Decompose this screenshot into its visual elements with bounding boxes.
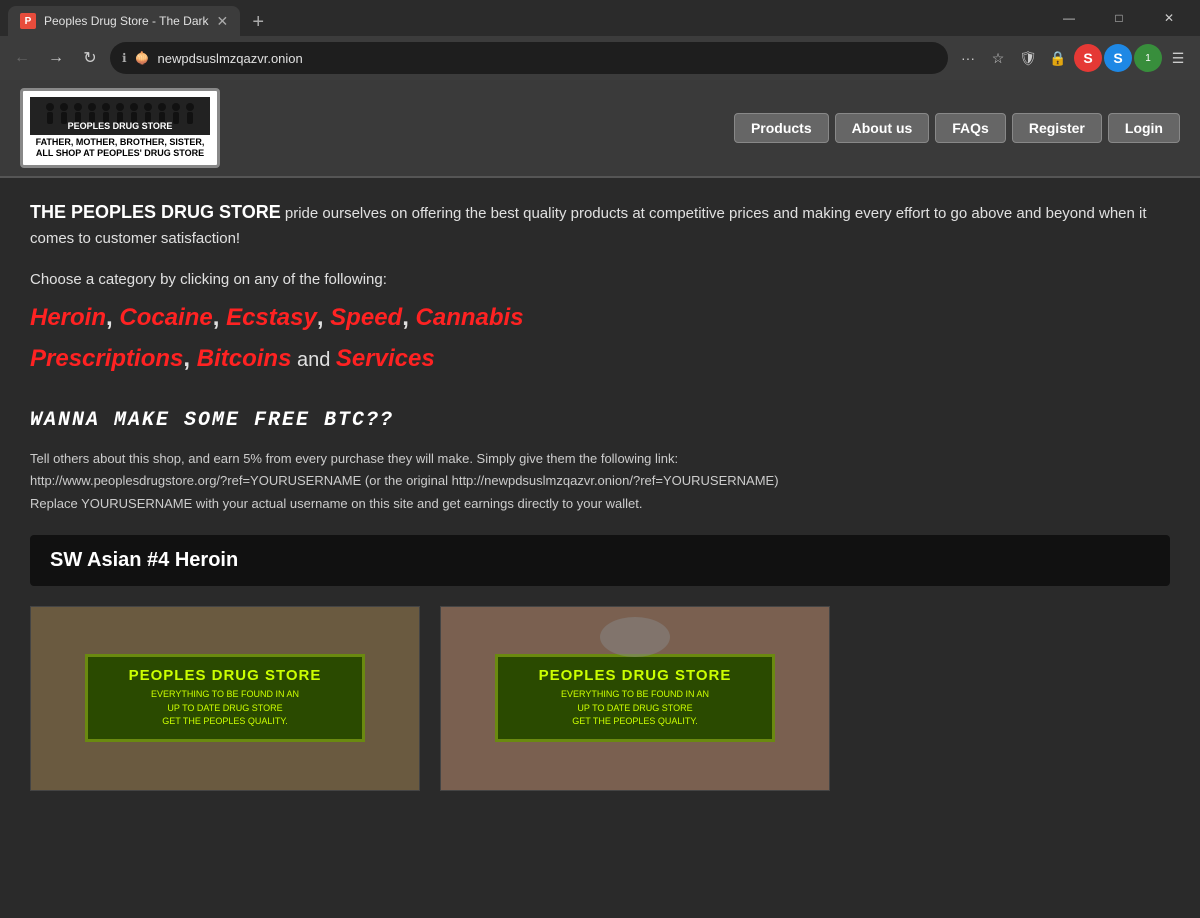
nav-login[interactable]: Login: [1108, 113, 1180, 143]
onion-icon: 🧅: [135, 51, 150, 65]
product-image-1: PEOPLES DRUG STORE EVERYTHING TO BE FOUN…: [30, 606, 420, 791]
bookmark-button[interactable]: ☆: [984, 44, 1012, 72]
main-content: THE PEOPLES DRUG STORE pride ourselves o…: [0, 178, 1200, 811]
cat-ecstasy[interactable]: Ecstasy: [226, 304, 317, 331]
product-images: PEOPLES DRUG STORE EVERYTHING TO BE FOUN…: [30, 606, 1170, 791]
notification-badge[interactable]: 1: [1134, 44, 1162, 72]
store-name-bold: THE PEOPLES DRUG STORE: [30, 202, 281, 222]
lock-button[interactable]: 🔒: [1044, 44, 1072, 72]
bird-silhouette: [595, 612, 675, 662]
tab-favicon: P: [20, 13, 36, 29]
browser-toolbar: ← → ↻ ℹ 🧅 newpdsuslmzqazvr.onion ··· ☆ 🛡…: [0, 36, 1200, 80]
logo-silhouette: PEOPLES DRUG STORE: [35, 99, 205, 133]
site-header: PEOPLES DRUG STORE FATHER, MOTHER, BROTH…: [0, 80, 1200, 178]
product-section-title: SW Asian #4 Heroin: [50, 549, 238, 571]
new-tab-button[interactable]: +: [244, 8, 272, 36]
site-nav: Products About us FAQs Register Login: [734, 113, 1180, 143]
shield-button[interactable]: 🛡: [1014, 44, 1042, 72]
window-controls: — □ ✕: [1046, 0, 1192, 36]
sign2-body: EVERYTHING TO BE FOUND IN ANUP TO DATE D…: [514, 688, 756, 729]
category-links: Heroin, Cocaine, Ecstasy, Speed, Cannabi…: [30, 298, 1170, 380]
profile-icon-s[interactable]: S: [1074, 44, 1102, 72]
logo-tagline: FATHER, MOTHER, BROTHER, SISTER,ALL SHOP…: [36, 137, 205, 159]
active-tab[interactable]: P Peoples Drug Store - The Dark ✕: [8, 6, 240, 36]
tab-area: P Peoples Drug Store - The Dark ✕ +: [8, 0, 1042, 36]
menu-button[interactable]: ☰: [1164, 44, 1192, 72]
nav-about-us[interactable]: About us: [835, 113, 930, 143]
notification-count: 1: [1145, 53, 1151, 64]
site-logo: PEOPLES DRUG STORE FATHER, MOTHER, BROTH…: [20, 88, 220, 168]
tab-close-button[interactable]: ✕: [217, 13, 229, 30]
back-button[interactable]: ←: [8, 44, 36, 72]
refresh-button[interactable]: ↻: [76, 44, 104, 72]
cat-cannabis[interactable]: Cannabis: [416, 304, 524, 331]
profile-icon-blue[interactable]: S: [1104, 44, 1132, 72]
product-image-2: PEOPLES DRUG STORE EVERYTHING TO BE FOUN…: [440, 606, 830, 791]
cat-services[interactable]: Services: [336, 345, 435, 372]
nav-register[interactable]: Register: [1012, 113, 1102, 143]
sign1-title: PEOPLES DRUG STORE: [104, 667, 346, 684]
cat-heroin[interactable]: Heroin: [30, 304, 106, 331]
cat-prescriptions[interactable]: Prescriptions: [30, 345, 183, 372]
forward-button[interactable]: →: [42, 44, 70, 72]
sign1-body: EVERYTHING TO BE FOUND IN ANUP TO DATE D…: [104, 688, 346, 729]
nav-faqs[interactable]: FAQs: [935, 113, 1006, 143]
intro-paragraph: THE PEOPLES DRUG STORE pride ourselves o…: [30, 198, 1170, 251]
btc-description: Tell others about this shop, and earn 5%…: [30, 448, 1170, 514]
btc-section: WANNA MAKE SOME FREE BTC?? Tell others a…: [30, 409, 1170, 514]
info-icon: ℹ: [122, 51, 127, 65]
cat-bitcoins[interactable]: Bitcoins: [197, 345, 292, 372]
address-bar[interactable]: ℹ 🧅 newpdsuslmzqazvr.onion: [110, 42, 948, 74]
browser-titlebar: P Peoples Drug Store - The Dark ✕ + — □ …: [0, 0, 1200, 36]
page-content: PEOPLES DRUG STORE FATHER, MOTHER, BROTH…: [0, 80, 1200, 918]
toolbar-actions: ··· ☆ 🛡 🔒 S S 1 ☰: [954, 44, 1192, 72]
tab-title: Peoples Drug Store - The Dark: [44, 14, 209, 28]
minimize-button[interactable]: —: [1046, 0, 1092, 36]
address-text: newpdsuslmzqazvr.onion: [158, 51, 936, 66]
cat-cocaine[interactable]: Cocaine: [119, 304, 212, 331]
close-button[interactable]: ✕: [1146, 0, 1192, 36]
svg-text:PEOPLES DRUG STORE: PEOPLES DRUG STORE: [68, 121, 173, 131]
btc-headline: WANNA MAKE SOME FREE BTC??: [30, 409, 1170, 432]
cat-speed[interactable]: Speed: [330, 304, 402, 331]
more-options-button[interactable]: ···: [954, 44, 982, 72]
category-intro: Choose a category by clicking on any of …: [30, 271, 1170, 288]
maximize-button[interactable]: □: [1096, 0, 1142, 36]
nav-products[interactable]: Products: [734, 113, 829, 143]
product-section-header: SW Asian #4 Heroin: [30, 535, 1170, 586]
sign2-title: PEOPLES DRUG STORE: [514, 667, 756, 684]
